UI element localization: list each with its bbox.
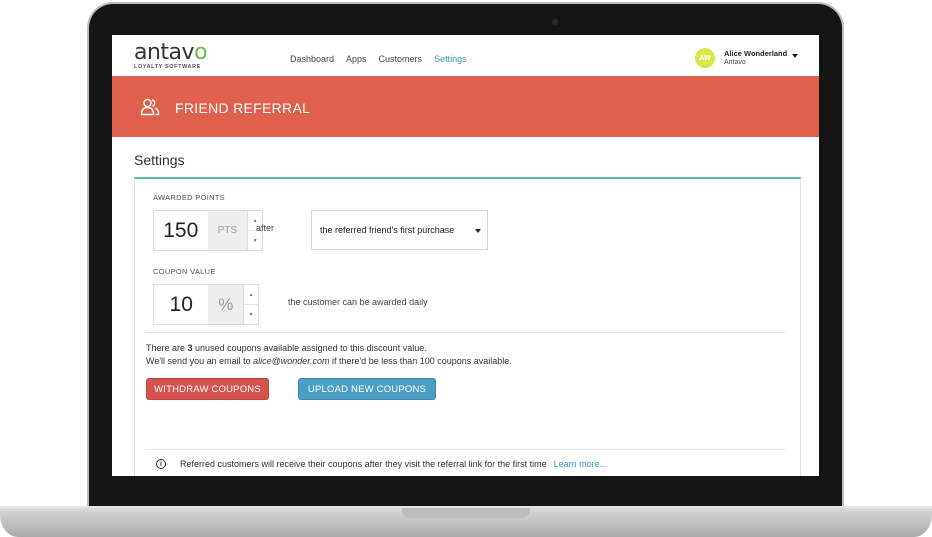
after-text: after [256,223,275,233]
stepper-down-icon[interactable]: ▼ [244,304,258,324]
chevron-down-icon [475,229,481,233]
coupon-stepper[interactable]: ▲ ▼ [243,285,258,324]
main-nav: Dashboard Apps Customers Settings [290,54,467,64]
upload-coupons-button[interactable]: UPLOAD NEW COUPONS [298,378,436,400]
coupon-count-info: There are 3 unused coupons available ass… [146,343,427,353]
logo-subtitle: LOYALTY SOFTWARE [134,64,201,70]
notify-email: alice@wonder.com [253,356,330,366]
divider [146,332,785,333]
users-icon [140,98,160,116]
daily-text: the customer can be awarded daily [288,297,428,307]
percent-unit: % [208,285,244,324]
stepper-up-icon[interactable]: ▲ [244,285,258,304]
nav-item-dashboard[interactable]: Dashboard [290,54,334,64]
awarded-points-input[interactable]: 150 PTS ▲ ▼ [153,210,263,251]
withdraw-coupons-button[interactable]: WITHDRAW COUPONS [146,378,269,400]
antavo-logo[interactable]: antavo LOYALTY SOFTWARE [134,40,208,71]
page-title: FRIEND REFERRAL [175,100,311,116]
nav-item-settings[interactable]: Settings [434,54,467,64]
notice-text: Referred customers will receive their co… [180,459,547,469]
nav-item-apps[interactable]: Apps [346,54,367,64]
referral-notice: i Referred customers will receive their … [156,459,607,469]
learn-more-link[interactable]: Learn more... [554,459,608,469]
info-icon: i [156,459,166,469]
email-info: We'll send you an email to alice@wonder.… [146,356,512,366]
stepper-down-icon[interactable]: ▼ [248,230,262,250]
top-bar: antavo LOYALTY SOFTWARE Dashboard Apps C… [112,35,819,76]
trigger-select[interactable]: the referred friend's first purchase [311,210,488,250]
logo-text: antav [134,40,195,65]
awarded-points-label: AWARDED POINTS [153,193,225,202]
user-org: Antavo [724,59,746,66]
user-name: Alice Wonderland [724,49,788,58]
coupon-value-label: COUPON VALUE [153,267,216,276]
divider [146,449,785,450]
nav-item-customers[interactable]: Customers [379,54,423,64]
coupon-value-input[interactable]: 10 % ▲ ▼ [153,284,259,325]
user-menu[interactable]: AW Alice Wonderland Antavo [695,48,798,68]
app-screen: antavo LOYALTY SOFTWARE Dashboard Apps C… [112,35,819,476]
camera-icon [552,19,558,25]
chevron-down-icon[interactable] [792,54,798,58]
points-unit: PTS [207,211,248,250]
logo-text-accent: o [194,40,208,65]
avatar: AW [695,48,715,68]
trigger-select-value: the referred friend's first purchase [320,225,455,235]
page-header: FRIEND REFERRAL [112,76,819,137]
awarded-points-value[interactable]: 150 [154,211,208,250]
coupon-value-value[interactable]: 10 [154,285,209,324]
laptop-notch [402,508,530,518]
settings-heading: Settings [134,152,185,168]
